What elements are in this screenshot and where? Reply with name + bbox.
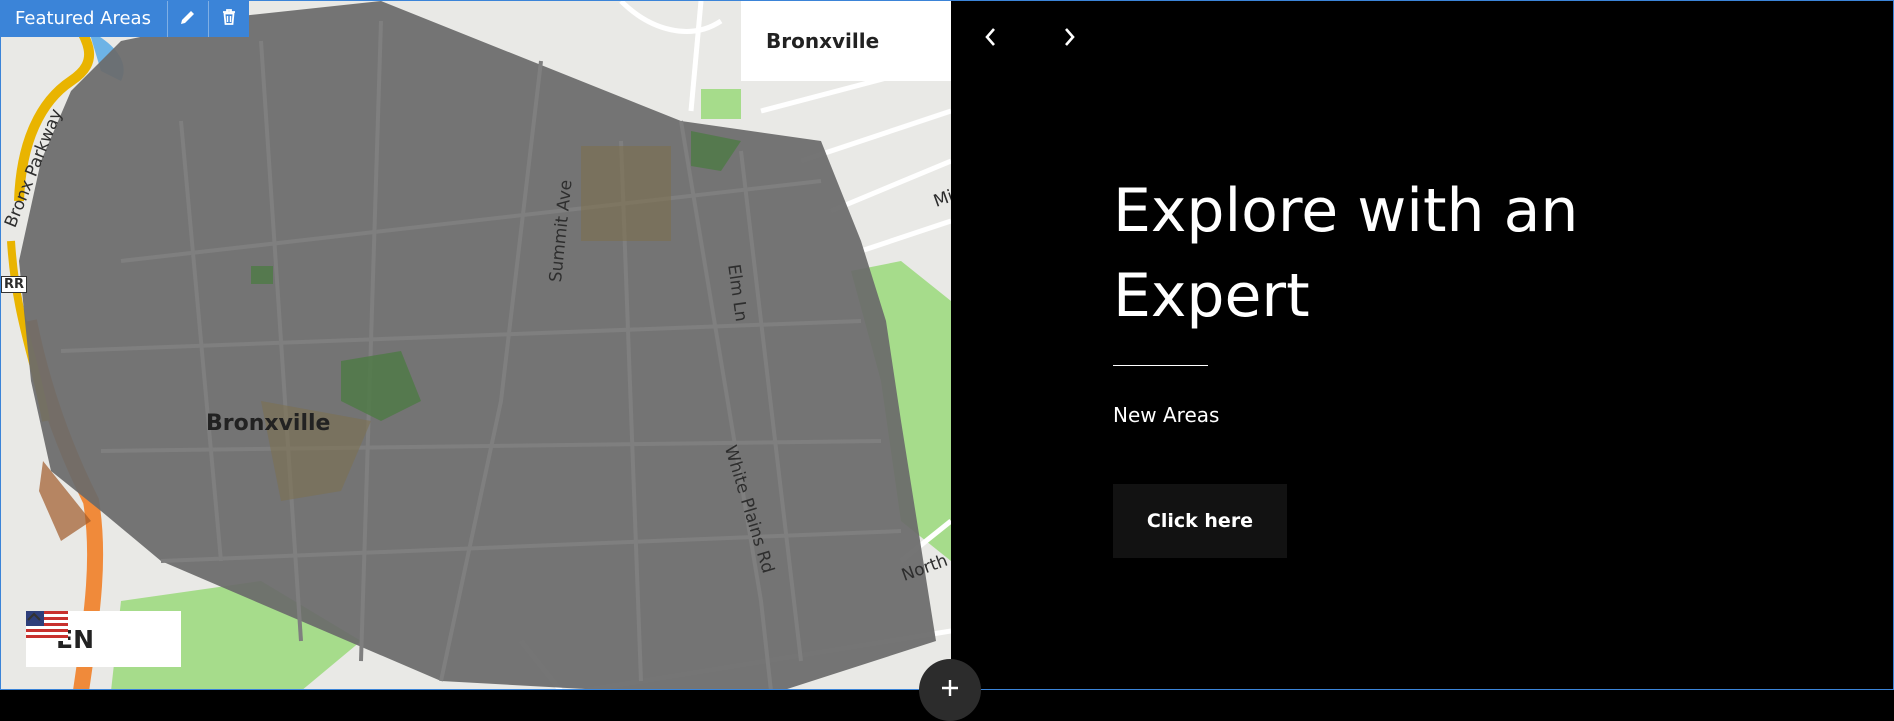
pencil-icon [178, 7, 198, 32]
prev-slide-button[interactable] [973, 21, 1009, 57]
click-here-button[interactable]: Click here [1113, 484, 1287, 558]
add-section-button[interactable] [919, 659, 981, 721]
headline: Explore with an Expert [1113, 176, 1579, 331]
divider [1113, 365, 1208, 366]
content-pane: Explore with an Expert New Areas Click h… [951, 1, 1893, 689]
map-label-rr: RR [1, 276, 28, 293]
subtitle: New Areas [1113, 403, 1220, 427]
language-switcher[interactable]: EN [26, 611, 181, 667]
map-canvas [1, 1, 951, 689]
trash-icon [219, 7, 239, 32]
featured-areas-section: Bronxville Summit Ave Elm Ln White Plain… [0, 0, 1894, 690]
edit-button[interactable] [166, 1, 208, 37]
chevron-right-icon [1061, 26, 1077, 53]
selected-area-label[interactable]: Bronxville [741, 1, 951, 81]
next-slide-button[interactable] [1051, 21, 1087, 57]
plus-icon [939, 677, 961, 704]
toolbar-label[interactable]: Featured Areas [1, 1, 167, 37]
chevron-left-icon [983, 26, 999, 53]
delete-button[interactable] [207, 1, 249, 37]
map-label-bronxville: Bronxville [206, 411, 331, 436]
map[interactable]: Bronxville Summit Ave Elm Ln White Plain… [1, 1, 951, 689]
section-toolbar: Featured Areas [1, 1, 249, 37]
